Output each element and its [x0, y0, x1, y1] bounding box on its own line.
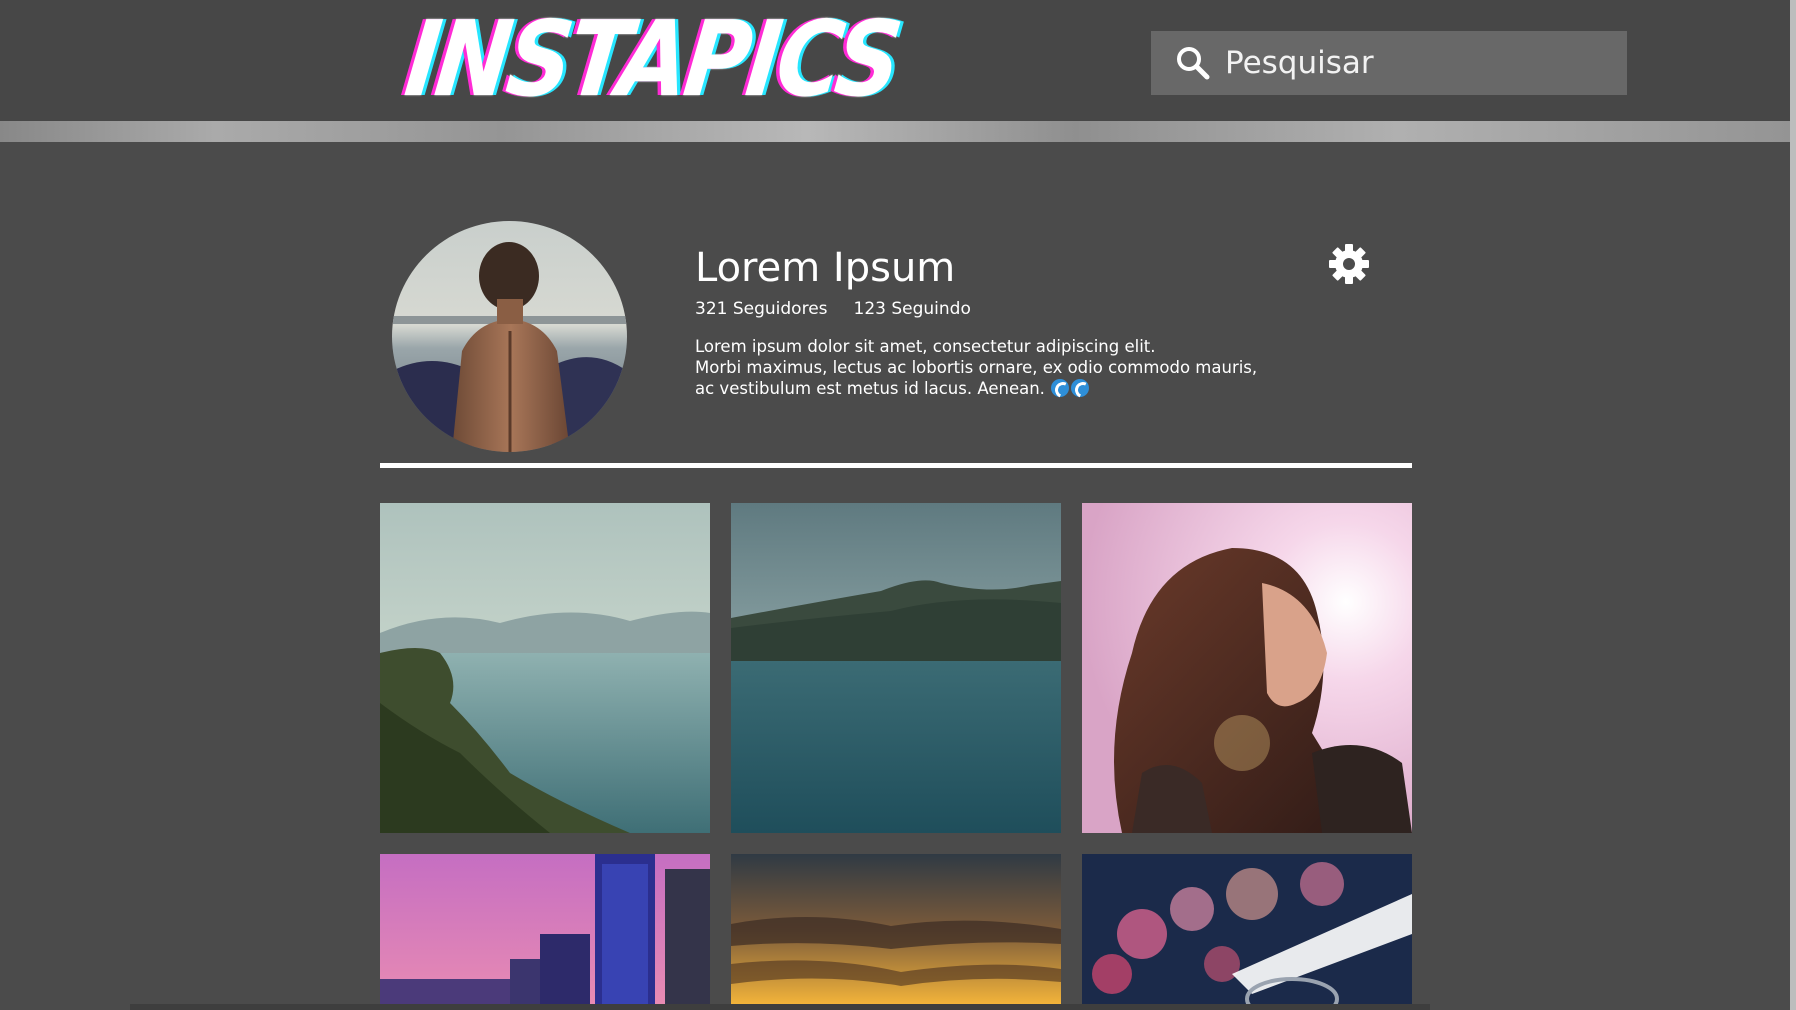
- wave-icon: [1050, 379, 1069, 397]
- avatar[interactable]: [392, 221, 627, 452]
- bio-emoji: [1050, 379, 1089, 397]
- horizontal-scrollbar[interactable]: [130, 1004, 1430, 1010]
- following-count[interactable]: 123 Seguindo: [854, 298, 971, 320]
- photo-tile[interactable]: [731, 854, 1061, 1004]
- gear-icon[interactable]: [1327, 242, 1371, 286]
- top-bar: INSTAPICS: [0, 0, 1792, 121]
- profile-divider: [380, 463, 1412, 468]
- photo-tile[interactable]: [731, 503, 1061, 833]
- followers-count[interactable]: 321 Seguidores: [695, 298, 828, 320]
- photo-tile[interactable]: [1082, 854, 1412, 1004]
- photo-tile[interactable]: [380, 854, 710, 1004]
- scrollbar[interactable]: [1790, 0, 1796, 1010]
- bio-line: ac vestibulum est metus id lacus. Aenean…: [695, 378, 1255, 399]
- wave-icon: [1070, 379, 1089, 397]
- header-divider-strip: [0, 121, 1792, 142]
- page: INSTAPICS Pesquisar Lorem Ipsum 321 Segu…: [0, 0, 1796, 1010]
- bio-line: Morbi maximus, lectus ac lobortis ornare…: [695, 358, 1258, 377]
- bio-line: Lorem ipsum dolor sit amet, consectetur …: [695, 337, 1156, 356]
- bio-line-text: ac vestibulum est metus id lacus. Aenean…: [695, 379, 1045, 398]
- profile-bio: Lorem ipsum dolor sit amet, consectetur …: [695, 336, 1258, 399]
- profile-name: Lorem Ipsum: [695, 245, 956, 291]
- search-icon[interactable]: [1175, 45, 1211, 81]
- settings-button[interactable]: [1327, 242, 1371, 286]
- photo-tile[interactable]: [1082, 503, 1412, 833]
- logo[interactable]: INSTAPICS: [399, 0, 904, 120]
- search-box[interactable]: [1151, 31, 1627, 95]
- profile-stats: 321 Seguidores 123 Seguindo: [695, 298, 971, 320]
- photo-tile[interactable]: [380, 503, 710, 833]
- search-input[interactable]: [1225, 41, 1605, 85]
